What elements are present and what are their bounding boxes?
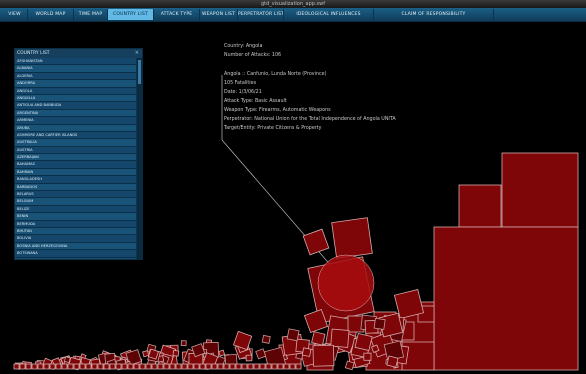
attack-square[interactable] (25, 363, 32, 370)
attack-square[interactable] (458, 184, 502, 228)
attack-square[interactable] (175, 363, 182, 370)
attack-square[interactable] (301, 347, 312, 357)
attack-square[interactable] (289, 363, 296, 370)
attack-square[interactable] (180, 340, 187, 347)
attack-square[interactable] (79, 363, 86, 370)
attack-square[interactable] (103, 363, 110, 370)
attack-square[interactable] (344, 360, 355, 371)
info-country: Country: Angola (224, 44, 263, 49)
attack-square[interactable] (157, 363, 164, 370)
attack-square[interactable] (19, 363, 26, 370)
attack-square[interactable] (199, 363, 206, 370)
attack-square[interactable] (205, 363, 212, 370)
attack-square[interactable] (501, 152, 579, 228)
attack-square[interactable] (13, 363, 20, 370)
attack-square[interactable] (31, 363, 38, 370)
attack-square[interactable] (271, 363, 278, 370)
attack-square[interactable] (142, 350, 150, 358)
attack-square[interactable] (241, 363, 248, 370)
attack-square[interactable] (49, 363, 56, 370)
attack-square[interactable] (277, 363, 284, 370)
attack-square[interactable] (393, 288, 425, 320)
attack-square[interactable] (253, 363, 260, 370)
attack-square[interactable] (43, 363, 50, 370)
attack-square[interactable] (363, 352, 372, 361)
attack-square[interactable] (145, 363, 152, 370)
attack-square[interactable] (109, 363, 116, 370)
attack-square[interactable] (217, 363, 224, 370)
leader-line (221, 139, 347, 284)
attack-square[interactable] (255, 348, 267, 360)
info-date: Date: 1/3/06/21 (224, 90, 262, 95)
attack-square[interactable] (211, 363, 218, 370)
attack-square[interactable] (163, 363, 170, 370)
attack-square[interactable] (235, 363, 242, 370)
attack-square[interactable] (85, 363, 92, 370)
attack-square[interactable] (265, 363, 272, 370)
attack-square[interactable] (229, 363, 236, 370)
info-perpetrator: Perpetrator: National Union for the Tota… (224, 117, 396, 122)
info-target: Target/Entity: Private Citizens & Proper… (224, 126, 322, 131)
attack-square[interactable] (187, 363, 194, 370)
selected-attack-marker[interactable] (317, 254, 375, 312)
attack-square[interactable] (181, 363, 188, 370)
attack-square[interactable] (330, 328, 350, 348)
attack-square[interactable] (218, 349, 226, 357)
info-attacks: Number of Attacks: 106 (224, 53, 282, 58)
info-location: Angola :: Canfunio, Lunda Norte (Provinc… (224, 72, 327, 77)
attack-visualization (13, 75, 579, 371)
attack-square[interactable] (97, 363, 104, 370)
attack-square[interactable] (331, 217, 373, 259)
attack-square[interactable] (302, 228, 330, 256)
attack-square[interactable] (247, 363, 254, 370)
attack-square[interactable] (61, 363, 68, 370)
attack-square[interactable] (67, 363, 74, 370)
attack-square[interactable] (91, 363, 98, 370)
info-fatalities: 105 Fatalities (224, 81, 257, 86)
attack-square[interactable] (133, 363, 140, 370)
attack-square[interactable] (121, 363, 128, 370)
attack-square[interactable] (115, 363, 122, 370)
attack-square[interactable] (286, 328, 300, 342)
app-window: gtd_visualization_app.swf VIEW WORLD MAP T… (0, 0, 586, 374)
attack-square[interactable] (259, 363, 266, 370)
attack-square[interactable] (245, 354, 253, 362)
attack-square[interactable] (193, 363, 200, 370)
attack-square[interactable] (283, 363, 290, 370)
attack-square[interactable] (295, 363, 302, 370)
attack-square[interactable] (386, 355, 399, 368)
attack-square[interactable] (151, 363, 158, 370)
attack-square[interactable] (311, 331, 326, 346)
info-weapon-type: Weapon Type: Firearms, Automatic Weapons (224, 108, 331, 113)
attack-square[interactable] (55, 363, 62, 370)
attack-square[interactable] (172, 349, 180, 357)
attack-square[interactable] (223, 363, 230, 370)
attack-square[interactable] (139, 363, 146, 370)
attack-square[interactable] (433, 226, 579, 371)
attack-square[interactable] (261, 334, 271, 344)
info-attack-type: Attack Type: Basic Assault (224, 99, 287, 104)
attack-square[interactable] (127, 363, 134, 370)
attack-square[interactable] (169, 363, 176, 370)
attack-square[interactable] (312, 344, 335, 367)
attack-square[interactable] (373, 317, 386, 330)
attack-square[interactable] (73, 363, 80, 370)
attack-square[interactable] (354, 332, 373, 351)
attack-square[interactable] (37, 363, 44, 370)
